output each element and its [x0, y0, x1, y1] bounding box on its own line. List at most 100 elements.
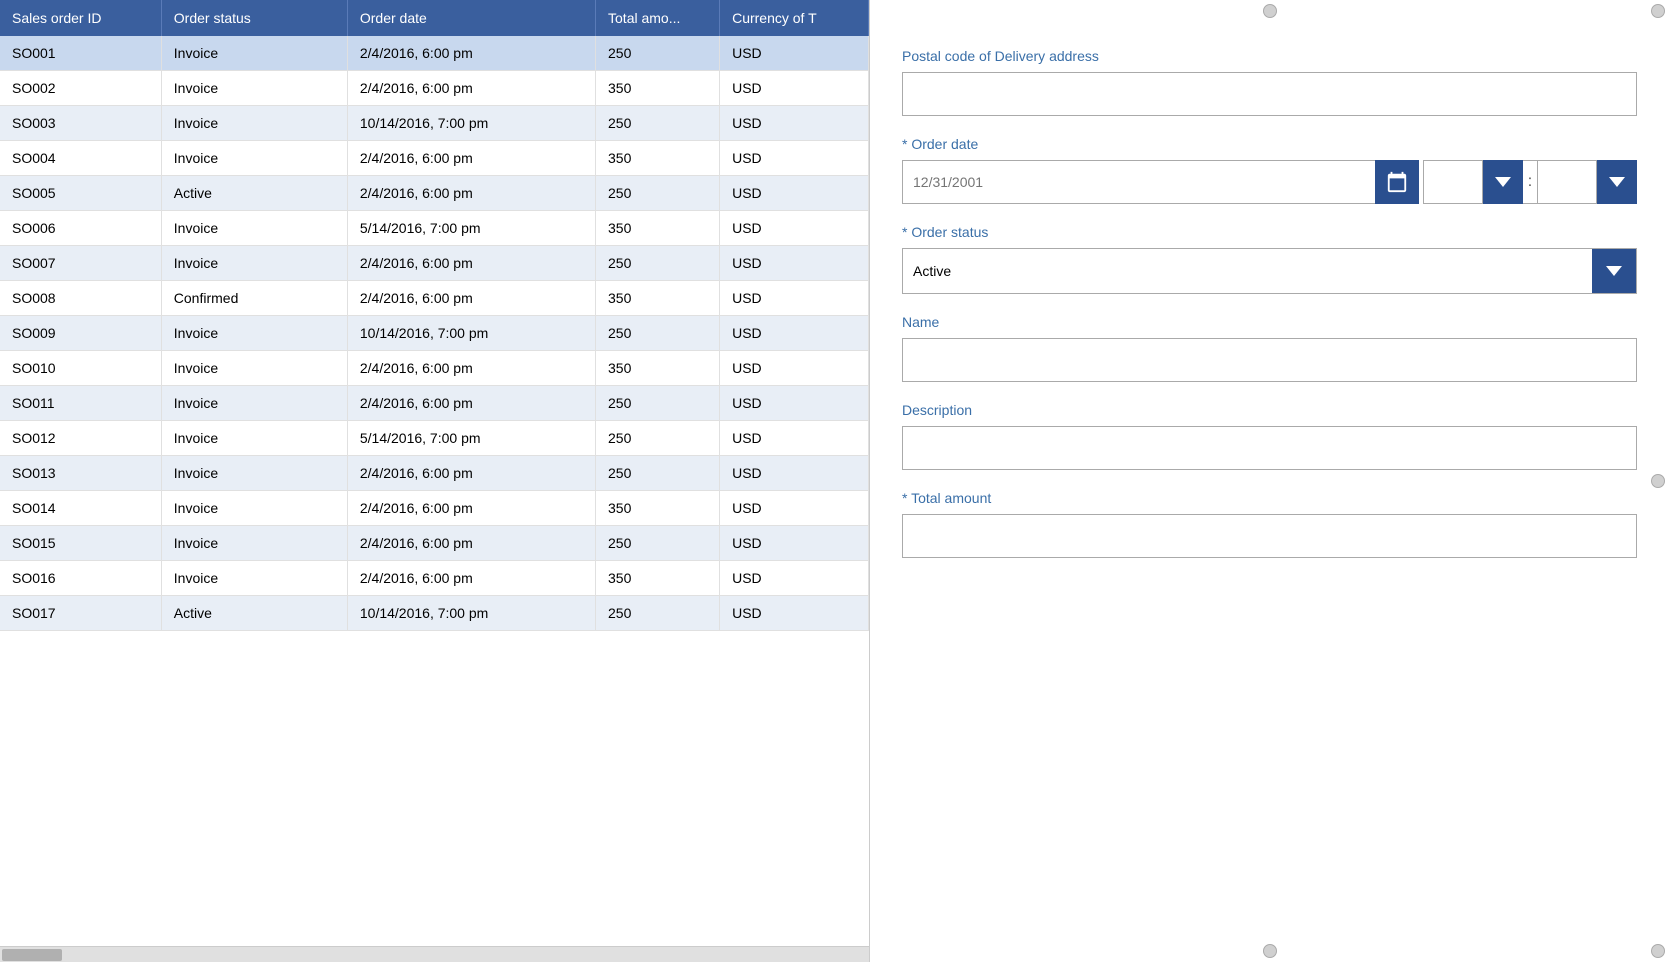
table-cell-amount: 350	[596, 281, 720, 316]
time-colon: :	[1523, 160, 1537, 204]
order-status-select[interactable]: ActiveInvoiceConfirmed	[903, 249, 1592, 293]
table-cell-date: 10/14/2016, 7:00 pm	[347, 106, 595, 141]
table-cell-currency: USD	[720, 176, 869, 211]
table-cell-date: 2/4/2016, 6:00 pm	[347, 36, 595, 71]
total-amount-section: Total amount	[902, 490, 1637, 558]
table-cell-amount: 250	[596, 421, 720, 456]
table-cell-currency: USD	[720, 36, 869, 71]
table-cell-currency: USD	[720, 596, 869, 631]
table-cell-currency: USD	[720, 526, 869, 561]
table-row[interactable]: SO001Invoice2/4/2016, 6:00 pm250USD	[0, 36, 869, 71]
table-cell-currency: USD	[720, 386, 869, 421]
table-cell-id: SO014	[0, 491, 161, 526]
table-row[interactable]: SO007Invoice2/4/2016, 6:00 pm250USD	[0, 246, 869, 281]
description-input[interactable]	[902, 426, 1637, 470]
table-row[interactable]: SO003Invoice10/14/2016, 7:00 pm250USD	[0, 106, 869, 141]
name-input[interactable]	[902, 338, 1637, 382]
table-cell-date: 2/4/2016, 6:00 pm	[347, 351, 595, 386]
minute-select-wrap: 00	[1537, 160, 1637, 204]
table-row[interactable]: SO006Invoice5/14/2016, 7:00 pm350USD	[0, 211, 869, 246]
table-cell-currency: USD	[720, 561, 869, 596]
table-row[interactable]: SO017Active10/14/2016, 7:00 pm250USD	[0, 596, 869, 631]
order-status-section: Order status ActiveInvoiceConfirmed	[902, 224, 1637, 294]
postal-code-section: Postal code of Delivery address	[902, 48, 1637, 116]
table-cell-date: 5/14/2016, 7:00 pm	[347, 421, 595, 456]
minute-chevron-button[interactable]	[1597, 160, 1637, 204]
table-row[interactable]: SO002Invoice2/4/2016, 6:00 pm350USD	[0, 71, 869, 106]
table-cell-date: 2/4/2016, 6:00 pm	[347, 71, 595, 106]
resize-handle-middle-right[interactable]	[1651, 474, 1665, 488]
table-cell-date: 10/14/2016, 7:00 pm	[347, 316, 595, 351]
table-row[interactable]: SO010Invoice2/4/2016, 6:00 pm350USD	[0, 351, 869, 386]
date-input-wrap	[902, 160, 1419, 204]
horizontal-scrollbar[interactable]	[0, 946, 869, 962]
table-cell-id: SO003	[0, 106, 161, 141]
table-cell-date: 2/4/2016, 6:00 pm	[347, 491, 595, 526]
table-cell-amount: 250	[596, 176, 720, 211]
table-cell-currency: USD	[720, 211, 869, 246]
calendar-button[interactable]	[1375, 160, 1419, 204]
table-cell-status: Confirmed	[161, 281, 347, 316]
table-row[interactable]: SO014Invoice2/4/2016, 6:00 pm350USD	[0, 491, 869, 526]
total-amount-input[interactable]	[902, 514, 1637, 558]
hour-input[interactable]: 00	[1423, 160, 1483, 204]
table-row[interactable]: SO005Active2/4/2016, 6:00 pm250USD	[0, 176, 869, 211]
table-cell-amount: 250	[596, 386, 720, 421]
col-header-id: Sales order ID	[0, 0, 161, 36]
hour-chevron-button[interactable]	[1483, 160, 1523, 204]
name-label: Name	[902, 314, 1637, 330]
table-cell-currency: USD	[720, 141, 869, 176]
table-cell-amount: 250	[596, 316, 720, 351]
table-cell-id: SO017	[0, 596, 161, 631]
table-cell-currency: USD	[720, 421, 869, 456]
table-cell-currency: USD	[720, 491, 869, 526]
table-cell-date: 2/4/2016, 6:00 pm	[347, 561, 595, 596]
table-cell-date: 2/4/2016, 6:00 pm	[347, 176, 595, 211]
table-row[interactable]: SO012Invoice5/14/2016, 7:00 pm250USD	[0, 421, 869, 456]
order-date-label: Order date	[902, 136, 1637, 152]
table-cell-currency: USD	[720, 281, 869, 316]
table-cell-date: 2/4/2016, 6:00 pm	[347, 386, 595, 421]
table-cell-id: SO009	[0, 316, 161, 351]
table-cell-amount: 250	[596, 246, 720, 281]
table-cell-id: SO008	[0, 281, 161, 316]
table-row[interactable]: SO004Invoice2/4/2016, 6:00 pm350USD	[0, 141, 869, 176]
table-cell-status: Invoice	[161, 526, 347, 561]
table-cell-currency: USD	[720, 71, 869, 106]
hour-select-wrap: 00	[1423, 160, 1523, 204]
minute-input[interactable]: 00	[1537, 160, 1597, 204]
resize-handle-bottom-center[interactable]	[1263, 944, 1277, 958]
col-header-date: Order date	[347, 0, 595, 36]
order-date-input[interactable]	[902, 160, 1419, 204]
table-panel: Sales order ID Order status Order date T…	[0, 0, 870, 962]
table-row[interactable]: SO013Invoice2/4/2016, 6:00 pm250USD	[0, 456, 869, 491]
table-wrapper[interactable]: Sales order ID Order status Order date T…	[0, 0, 869, 946]
table-cell-id: SO002	[0, 71, 161, 106]
postal-code-label: Postal code of Delivery address	[902, 48, 1637, 64]
order-status-label: Order status	[902, 224, 1637, 240]
table-cell-status: Invoice	[161, 456, 347, 491]
table-cell-id: SO015	[0, 526, 161, 561]
scrollbar-thumb-horizontal[interactable]	[2, 949, 62, 961]
table-row[interactable]: SO008Confirmed2/4/2016, 6:00 pm350USD	[0, 281, 869, 316]
table-cell-status: Active	[161, 176, 347, 211]
table-cell-status: Invoice	[161, 71, 347, 106]
table-cell-status: Invoice	[161, 386, 347, 421]
order-status-chevron-button[interactable]	[1592, 249, 1636, 293]
table-row[interactable]: SO016Invoice2/4/2016, 6:00 pm350USD	[0, 561, 869, 596]
table-row[interactable]: SO011Invoice2/4/2016, 6:00 pm250USD	[0, 386, 869, 421]
table-cell-id: SO011	[0, 386, 161, 421]
table-row[interactable]: SO015Invoice2/4/2016, 6:00 pm250USD	[0, 526, 869, 561]
table-cell-date: 2/4/2016, 6:00 pm	[347, 141, 595, 176]
resize-handle-top-right[interactable]	[1651, 4, 1665, 18]
resize-handle-top-center[interactable]	[1263, 4, 1277, 18]
table-cell-id: SO013	[0, 456, 161, 491]
table-cell-amount: 350	[596, 211, 720, 246]
postal-code-input[interactable]	[902, 72, 1637, 116]
table-cell-status: Invoice	[161, 316, 347, 351]
resize-handle-bottom-right[interactable]	[1651, 944, 1665, 958]
col-header-amount: Total amo...	[596, 0, 720, 36]
table-row[interactable]: SO009Invoice10/14/2016, 7:00 pm250USD	[0, 316, 869, 351]
date-time-row: 00 : 00	[902, 160, 1637, 204]
col-header-currency: Currency of T	[720, 0, 869, 36]
